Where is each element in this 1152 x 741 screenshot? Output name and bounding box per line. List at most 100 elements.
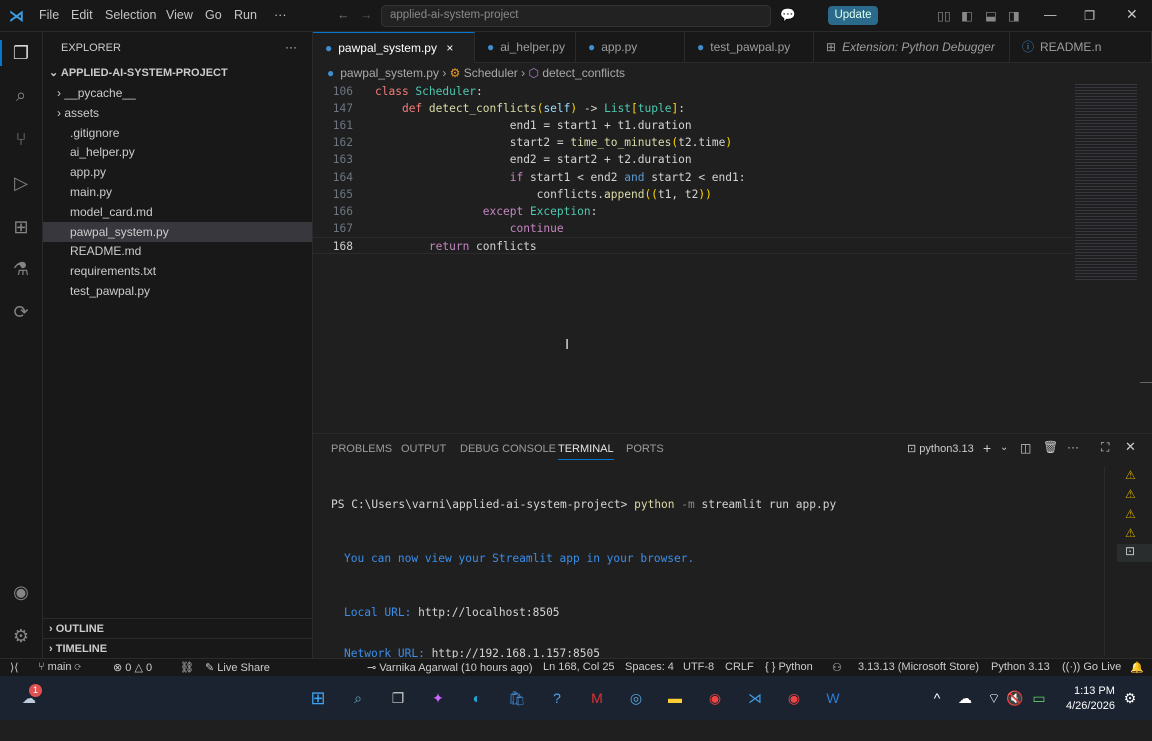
source-control-icon[interactable]: ⑂ xyxy=(9,127,33,151)
task-view-icon[interactable]: ❐ xyxy=(386,686,410,710)
breadcrumb-class[interactable]: Scheduler xyxy=(464,66,518,80)
remote-explorer-icon[interactable]: ⟳ xyxy=(9,300,33,324)
toggle-panel-icon[interactable]: ⬓ xyxy=(985,8,997,23)
notifications-bell-icon[interactable]: 🔔 xyxy=(1130,661,1144,674)
back-arrow-icon[interactable]: ← xyxy=(337,8,350,22)
file-explorer-icon[interactable]: ▬ xyxy=(663,686,687,710)
search-icon[interactable]: ⌕ xyxy=(9,83,33,107)
file-tree-item[interactable]: README.md xyxy=(43,241,312,261)
tab-test-pawpal-py[interactable]: ● test_pawpal.py xyxy=(685,32,814,63)
file-tree-item[interactable]: app.py xyxy=(43,162,312,182)
notification-center-icon[interactable]: ⚙ xyxy=(1118,686,1142,710)
explorer-more-button[interactable]: ··· xyxy=(285,40,297,54)
more-actions-icon[interactable]: ··· xyxy=(1067,440,1079,454)
maximize-panel-icon[interactable]: ⛶ xyxy=(1101,440,1109,455)
panel-tab-output[interactable]: OUTPUT xyxy=(401,443,446,455)
app-icon[interactable]: ◎ xyxy=(624,686,648,710)
run-debug-icon[interactable]: ▷ xyxy=(9,171,33,195)
testing-icon[interactable]: ⚗ xyxy=(9,257,33,281)
extensions-icon[interactable]: ⊞ xyxy=(9,215,33,239)
file-tree-item[interactable]: .gitignore xyxy=(43,123,312,143)
show-hidden-icons-chevron[interactable]: ^ xyxy=(925,686,949,710)
branch-indicator[interactable]: ⑂ main ⟳ xyxy=(38,661,81,673)
menu-edit[interactable]: Edit xyxy=(71,8,93,22)
close-tab-icon[interactable]: × xyxy=(446,41,453,55)
panel-tab-ports[interactable]: PORTS xyxy=(626,443,664,455)
menu-more[interactable]: ··· xyxy=(274,8,287,22)
live-share-button[interactable]: ✎ Live Share xyxy=(205,661,270,674)
copilot-icon[interactable]: ⚇ xyxy=(832,661,842,674)
git-blame[interactable]: ⊸ Varnika Agarwal (10 hours ago) xyxy=(367,661,533,674)
minimize-button[interactable]: — xyxy=(1044,8,1057,22)
warning-icon[interactable]: ⚠ xyxy=(1125,487,1136,501)
panel-tab-terminal[interactable]: TERMINAL xyxy=(558,443,614,460)
new-terminal-icon[interactable]: + xyxy=(983,440,991,456)
toggle-sidebar-icon[interactable]: ◧ xyxy=(961,8,973,23)
chrome-icon[interactable]: ◉ xyxy=(703,686,727,710)
file-tree-item[interactable]: › __pycache__ xyxy=(43,83,312,103)
trash-icon[interactable]: 🗑 xyxy=(1043,440,1058,454)
go-live-button[interactable]: ((·)) Go Live xyxy=(1062,661,1121,673)
minimap[interactable] xyxy=(1075,82,1137,282)
edge-browser-icon[interactable]: ◐ xyxy=(465,686,489,710)
explorer-icon[interactable]: ❐ xyxy=(9,41,33,65)
menu-file[interactable]: File xyxy=(39,8,59,22)
file-tree-item[interactable]: ai_helper.py xyxy=(43,142,312,162)
ports-icon[interactable]: ⛓ xyxy=(180,661,194,674)
update-button[interactable]: Update xyxy=(828,6,878,25)
project-folder-header[interactable]: ⌄ APPLIED-AI-SYSTEM-PROJECT xyxy=(43,63,312,83)
word-icon[interactable]: W xyxy=(821,686,845,710)
file-tree-item[interactable]: pawpal_system.py xyxy=(43,221,312,242)
tab-ai-helper-py[interactable]: ● ai_helper.py xyxy=(475,32,576,63)
volume-muted-icon[interactable]: 🔇 xyxy=(1003,686,1027,710)
breadcrumb-file[interactable]: pawpal_system.py xyxy=(340,66,439,80)
python-version[interactable]: Python 3.13 xyxy=(991,661,1050,673)
timeline-section[interactable]: › TIMELINE xyxy=(43,638,312,658)
indentation[interactable]: Spaces: 4 xyxy=(625,661,674,673)
account-icon[interactable]: ◉ xyxy=(9,580,33,604)
warning-icon[interactable]: ⚠ xyxy=(1125,526,1136,540)
help-app-icon[interactable]: ? xyxy=(545,686,569,710)
panel-tab-debug-console[interactable]: DEBUG CONSOLE xyxy=(460,443,556,455)
remote-icon[interactable]: ⟩⟨ xyxy=(10,661,19,674)
toggle-secondary-sidebar-icon[interactable]: ◨ xyxy=(1008,8,1020,23)
scrollbar[interactable] xyxy=(1140,382,1152,400)
clock[interactable]: 1:13 PM 4/26/2026 xyxy=(1066,684,1115,714)
battery-icon[interactable]: ▭ xyxy=(1027,686,1051,710)
tab-extension-python-debugger[interactable]: ⊞ Extension: Python Debugger xyxy=(814,32,1010,63)
chrome-profile-icon[interactable]: ◉ xyxy=(782,686,806,710)
panel-tab-problems[interactable]: PROBLEMS xyxy=(331,443,392,455)
python-interpreter[interactable]: 3.13.13 (Microsoft Store) xyxy=(858,661,979,673)
customize-layout-icon[interactable]: ▯▯ xyxy=(937,8,951,23)
forward-arrow-icon[interactable]: → xyxy=(360,8,373,22)
eol[interactable]: CRLF xyxy=(725,661,754,673)
menu-go[interactable]: Go xyxy=(205,8,222,22)
warning-icon[interactable]: ⚠ xyxy=(1125,468,1136,482)
problems-indicator[interactable]: ⊗ 0 △ 0 xyxy=(113,661,152,674)
onedrive-icon[interactable]: ☁ xyxy=(953,686,977,710)
file-tree-item[interactable]: model_card.md xyxy=(43,202,312,222)
warning-icon[interactable]: ⚠ xyxy=(1125,507,1136,521)
mcafee-icon[interactable]: M xyxy=(585,686,609,710)
close-panel-icon[interactable]: ✕ xyxy=(1125,439,1136,455)
menu-view[interactable]: View xyxy=(166,8,193,22)
restore-button[interactable]: ❐ xyxy=(1084,8,1095,23)
chevron-down-icon[interactable]: ⌄ xyxy=(1000,442,1008,453)
settings-gear-icon[interactable]: ⚙ xyxy=(9,624,33,648)
file-tree-item[interactable]: requirements.txt xyxy=(43,261,312,281)
cursor-position[interactable]: Ln 168, Col 25 xyxy=(543,661,615,673)
vscode-taskbar-icon[interactable]: ⋊ xyxy=(743,686,767,710)
terminal-shell-selector[interactable]: ⊡ python3.13 xyxy=(907,442,974,455)
command-center-search[interactable]: applied-ai-system-project xyxy=(381,5,771,27)
copilot-app-icon[interactable]: ✦ xyxy=(426,686,450,710)
local-url[interactable]: http://localhost:8505 xyxy=(418,606,559,619)
copilot-chat-icon[interactable]: 💬 xyxy=(780,8,796,23)
menu-selection[interactable]: Selection xyxy=(105,8,156,22)
file-tree-item[interactable]: test_pawpal.py xyxy=(43,281,312,301)
close-window-button[interactable]: ✕ xyxy=(1126,6,1138,23)
breadcrumb-method[interactable]: detect_conflicts xyxy=(542,66,625,80)
menu-run[interactable]: Run xyxy=(234,8,257,22)
microsoft-store-icon[interactable]: 🛍 xyxy=(505,686,529,710)
language-mode[interactable]: { } Python xyxy=(765,661,813,673)
tab-readme-n[interactable]: ⓘ README.n xyxy=(1010,32,1152,63)
